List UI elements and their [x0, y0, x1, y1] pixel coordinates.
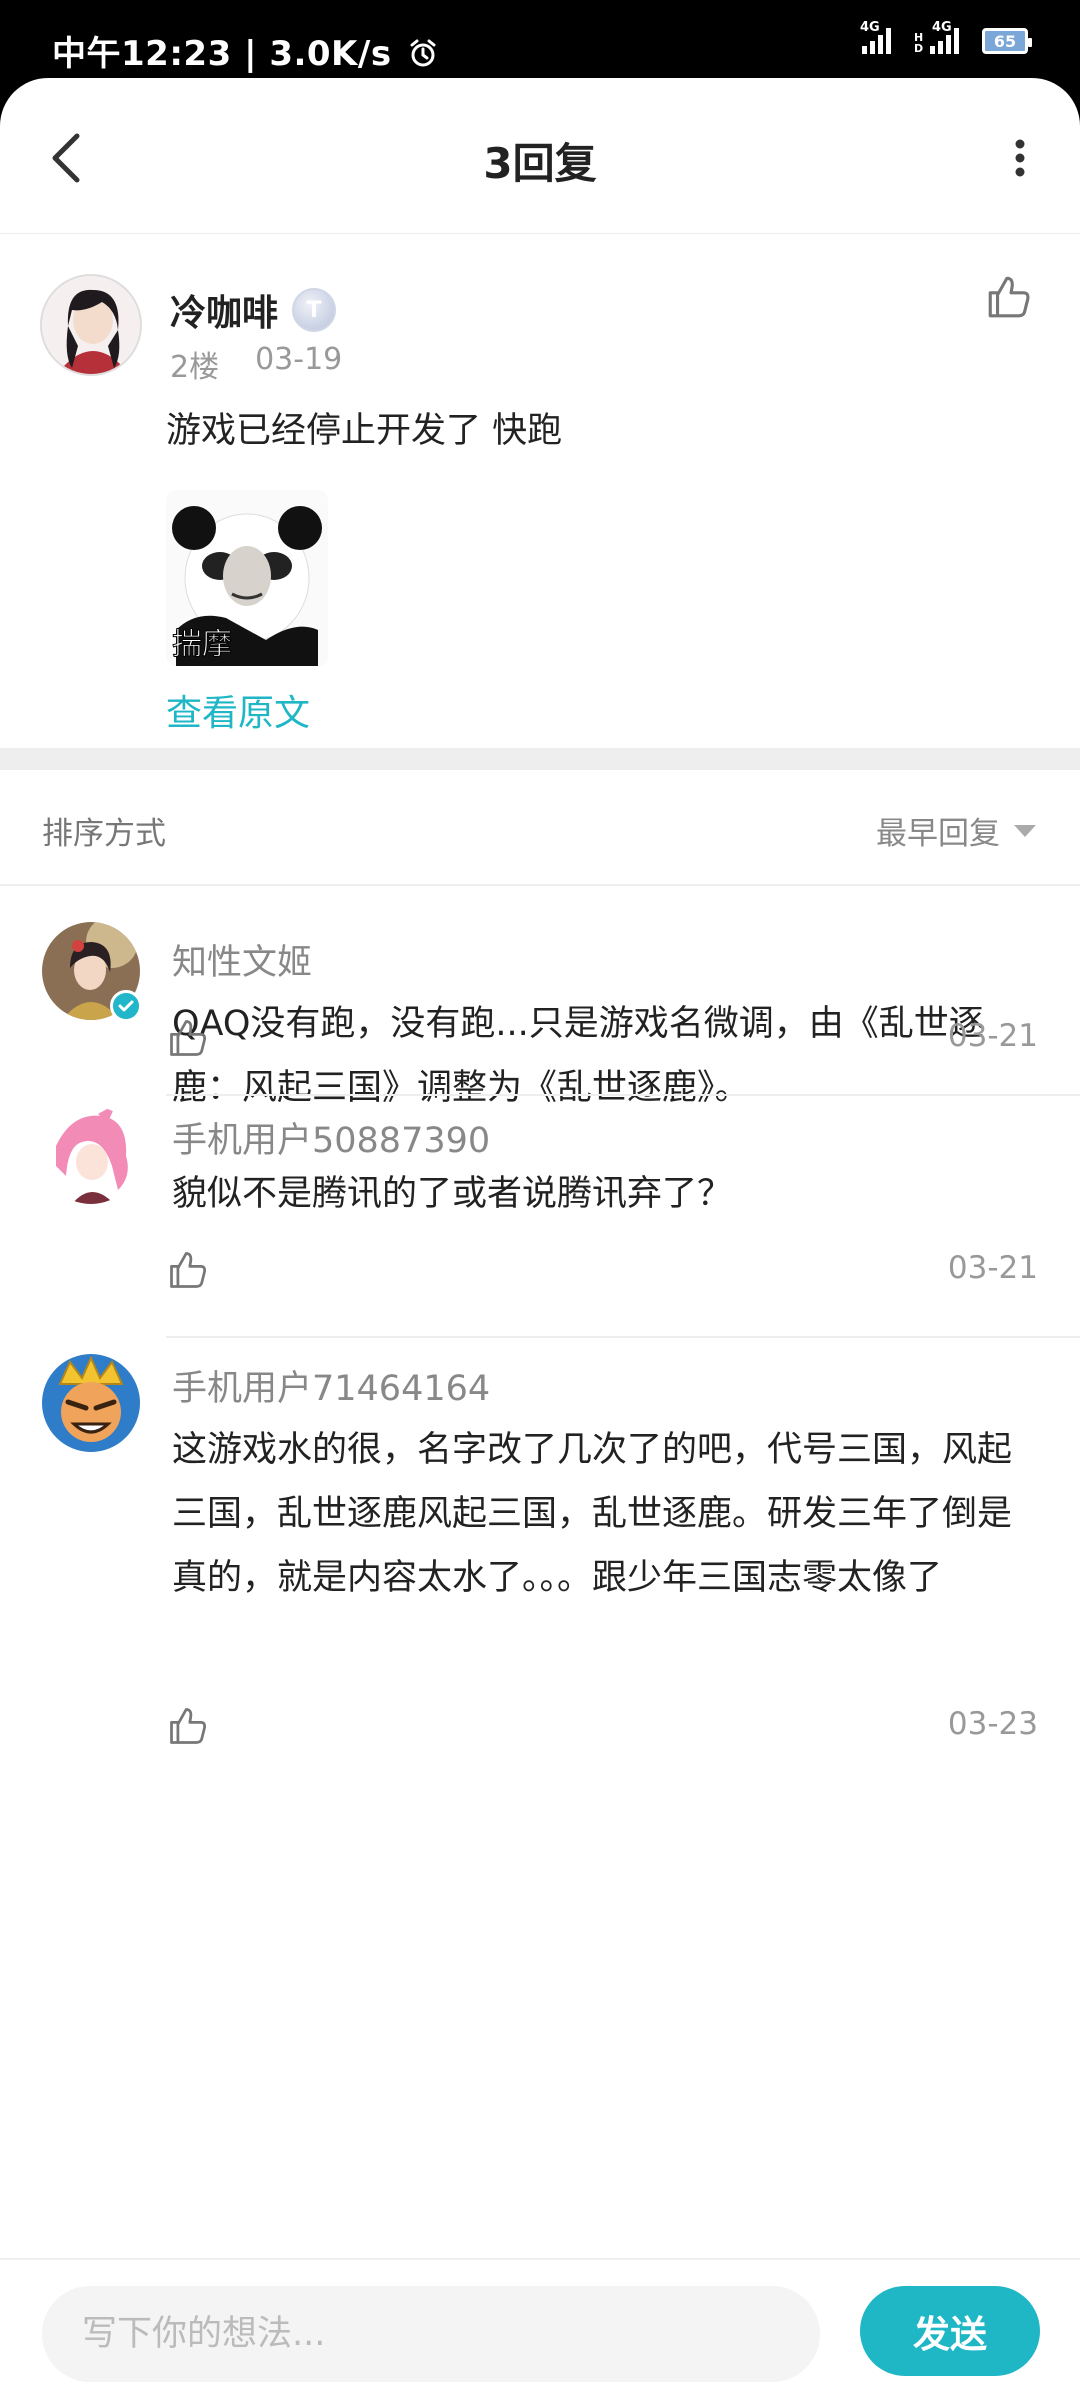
- thumbs-up-icon: [170, 1020, 207, 1056]
- thumbs-up-icon: [170, 1252, 207, 1288]
- like-button[interactable]: [984, 272, 1034, 322]
- signal-icon-2: 4G HD: [914, 20, 968, 55]
- battery-level: 65: [993, 31, 1017, 51]
- status-time: 中午12:23 | 3.0K/s: [52, 26, 438, 75]
- thumbs-up-icon: [988, 276, 1030, 318]
- reply-author[interactable]: 手机用户50887390: [172, 1112, 490, 1163]
- reply-date: 03-21: [947, 1250, 1038, 1286]
- network-speed: 3.0K/s: [269, 34, 392, 74]
- reply-date: 03-23: [947, 1706, 1038, 1742]
- comment-date: 03-19: [255, 342, 343, 377]
- avatar-image: [42, 1354, 140, 1452]
- comment-author[interactable]: 冷咖啡 T: [170, 284, 337, 336]
- sort-label: 排序方式: [42, 816, 166, 852]
- network-type-2: 4G: [932, 20, 952, 35]
- comment-composer: 发送: [0, 2258, 1080, 2400]
- avatar-image: [42, 1106, 140, 1204]
- divider: [166, 1336, 1080, 1338]
- reply-sheet: 3回复 冷咖啡 T 2楼 03-19 游戏已经停止开发了 快跑 揣摩 查看原文 …: [0, 78, 1080, 2400]
- like-button[interactable]: [166, 1704, 210, 1748]
- reply-text: QAQ没有跑，没有跑...只是游戏名微调，由《乱世逐鹿：风起三国》调整为《乱世逐…: [172, 1004, 984, 1108]
- status-icons: 4G 4G HD 65: [860, 20, 1032, 55]
- original-comment: 冷咖啡 T 2楼 03-19 游戏已经停止开发了 快跑 揣摩 查看原文: [0, 234, 1080, 748]
- network-type-1: 4G: [860, 20, 880, 35]
- reply-item: 手机用户50887390 貌似不是腾讯的了或者说腾讯弃了？ 03-21: [0, 1106, 1080, 1358]
- badge-letter: T: [306, 297, 322, 323]
- avatar-image: [42, 276, 140, 374]
- alarm-icon: [410, 39, 436, 67]
- reply-text: 这游戏水的很，名字改了几次了的吧，代号三国，风起三国，乱世逐鹿风起三国，乱世逐鹿…: [172, 1430, 1013, 1598]
- reply-item: 知性文姬 QAQ没有跑，没有跑...只是游戏名微调，由《乱世逐鹿：风起三国》调整…: [0, 886, 1080, 1118]
- level-badge: T: [292, 288, 337, 332]
- sort-dropdown[interactable]: 最早回复: [876, 808, 1036, 853]
- comment-input[interactable]: [42, 2286, 820, 2382]
- sticker-image[interactable]: 揣摩: [166, 490, 328, 666]
- page-title: 3回复: [483, 139, 597, 188]
- reply-author[interactable]: 知性文姬: [172, 934, 312, 985]
- header: 3回复: [0, 78, 1080, 234]
- more-button[interactable]: [990, 128, 1050, 188]
- panda-meme-image: 揣摩: [166, 490, 328, 666]
- hd-label: HD: [914, 31, 924, 55]
- avatar[interactable]: [42, 1106, 140, 1204]
- sticker-caption: 揣摩: [172, 627, 232, 662]
- section-divider: [0, 748, 1080, 770]
- thumbs-up-icon: [170, 1708, 207, 1744]
- verified-badge-icon: [110, 990, 142, 1022]
- more-vertical-icon: [1015, 139, 1025, 177]
- avatar[interactable]: [40, 274, 142, 376]
- reply-author[interactable]: 手机用户71464164: [172, 1360, 490, 1411]
- like-button[interactable]: [166, 1248, 210, 1292]
- author-name: 冷咖啡: [170, 293, 279, 334]
- battery-icon: 65: [982, 28, 1032, 54]
- sort-selected: 最早回复: [876, 816, 1000, 852]
- reply-item: 手机用户71464164 这游戏水的很，名字改了几次了的吧，代号三国，风起三国，…: [0, 1354, 1080, 1778]
- floor-number: 2楼: [170, 350, 220, 385]
- comment-text: 游戏已经停止开发了 快跑: [166, 411, 563, 451]
- reply-text: 貌似不是腾讯的了或者说腾讯弃了？: [172, 1174, 733, 1214]
- like-button[interactable]: [166, 1016, 210, 1060]
- comment-meta: 2楼 03-19: [170, 342, 342, 386]
- caret-down-icon: [1014, 824, 1036, 837]
- clock-time: 中午12:23: [52, 34, 232, 74]
- avatar[interactable]: [42, 1354, 140, 1452]
- signal-icon: 4G: [860, 20, 902, 54]
- reply-date: 03-21: [947, 1018, 1038, 1054]
- send-button[interactable]: 发送: [860, 2286, 1040, 2376]
- view-original-link[interactable]: 查看原文: [166, 684, 310, 736]
- sort-bar: 排序方式 最早回复: [0, 770, 1080, 886]
- divider: [166, 1094, 1080, 1096]
